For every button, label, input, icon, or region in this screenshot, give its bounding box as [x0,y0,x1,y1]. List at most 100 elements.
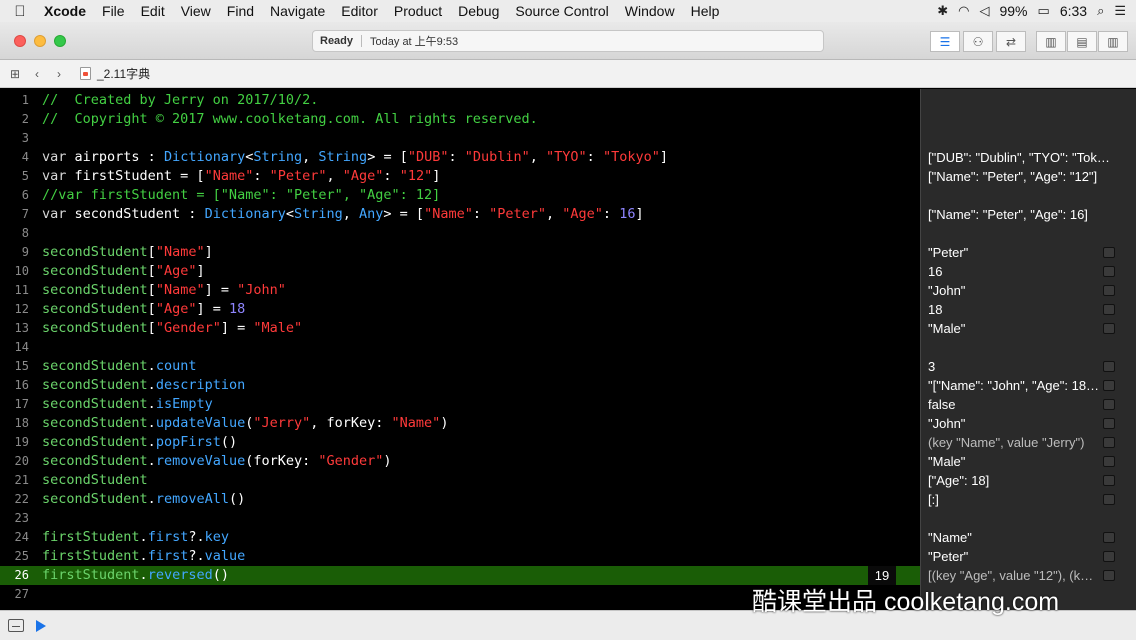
standard-editor-button[interactable]: ☰ [930,31,960,52]
minimize-window-button[interactable] [34,35,46,47]
back-arrow-icon[interactable]: ‹ [26,67,48,81]
arrows-icon: ⇄ [1005,34,1017,49]
hide-debug-area-icon[interactable] [8,619,24,632]
result-row: 16 [921,262,1136,281]
result-value: 3 [928,359,936,374]
line-number: 8 [21,226,29,240]
forward-arrow-icon[interactable]: › [48,67,70,81]
code-line[interactable]: 23 [0,509,920,528]
code-line[interactable]: 8 [0,224,920,243]
jump-bar-file[interactable]: _2.11字典 [70,65,150,82]
wifi-icon[interactable]: ◠ [958,3,969,19]
code-text: firstStudent.first?.value [42,548,246,564]
window-toolbar: Ready Today at 上午9:53 ☰ ⚇ ⇄ ▥ ▤ ▥ [0,22,1136,60]
apple-icon[interactable]:  [0,3,40,20]
quick-look-icon[interactable] [1103,247,1115,258]
code-line[interactable]: 1 // Created by Jerry on 2017/10/2. [0,91,920,110]
quick-look-icon[interactable] [1103,456,1115,467]
code-line[interactable]: 18 secondStudent.updateValue("Jerry", for… [0,414,920,433]
code-line[interactable]: 20 secondStudent.removeValue(forKey: "Gen… [0,452,920,471]
line-number: 24 [14,530,29,544]
result-value: ["Name": "Peter", "Age": 16] [928,207,1088,222]
code-line[interactable]: 25 firstStudent.first?.value [0,547,920,566]
code-text: var firstStudent = ["Name": "Peter", "Ag… [42,168,441,184]
notification-center-icon[interactable]: ☰ [1114,3,1126,19]
menu-app[interactable]: Xcode [40,3,94,19]
line-number: 22 [14,492,29,506]
toggle-navigator-button[interactable]: ▥ [1036,31,1066,52]
assistant-editor-button[interactable]: ⚇ [963,31,993,52]
quick-look-icon[interactable] [1103,418,1115,429]
code-line[interactable]: 12 secondStudent["Age"] = 18 [0,300,920,319]
quick-look-icon[interactable] [1103,304,1115,315]
quick-look-icon[interactable] [1103,532,1115,543]
code-text: secondStudent["Gender"] = "Male" [42,320,303,336]
code-line[interactable]: 24 firstStudent.first?.key [0,528,920,547]
code-line[interactable]: 3 [0,129,920,148]
line-number: 7 [21,207,29,221]
menu-navigate[interactable]: Navigate [262,3,333,19]
line-number: 14 [14,340,29,354]
result-row: "John" [921,414,1136,433]
menu-debug[interactable]: Debug [450,3,507,19]
volume-icon[interactable]: ◁ [979,3,989,19]
toggle-utilities-button[interactable]: ▥ [1098,31,1128,52]
quick-look-icon[interactable] [1103,361,1115,372]
result-value: ["Name": "Peter", "Age": "12"] [928,169,1098,184]
toggle-debug-area-button[interactable]: ▤ [1067,31,1097,52]
status-divider [361,35,363,47]
menu-edit[interactable]: Edit [133,3,173,19]
clock[interactable]: 6:33 [1060,3,1087,19]
quick-look-icon[interactable] [1103,475,1115,486]
code-line[interactable]: 17 secondStudent.isEmpty [0,395,920,414]
code-line[interactable]: 5 var firstStudent = ["Name": "Peter", "A… [0,167,920,186]
menu-editor[interactable]: Editor [333,3,386,19]
menu-help[interactable]: Help [683,3,728,19]
code-text: var secondStudent : Dictionary<String, A… [42,206,644,222]
code-line[interactable]: 21 secondStudent [0,471,920,490]
zoom-window-button[interactable] [54,35,66,47]
menu-file[interactable]: File [94,3,133,19]
battery-icon[interactable]: ▭ [1038,3,1050,19]
menu-product[interactable]: Product [386,3,450,19]
code-line[interactable]: 7 var secondStudent : Dictionary<String, … [0,205,920,224]
quick-look-icon[interactable] [1103,266,1115,277]
menu-source-control[interactable]: Source Control [507,3,616,19]
code-line[interactable]: 4 var airports : Dictionary<String, Strin… [0,148,920,167]
code-editor[interactable]: 1 // Created by Jerry on 2017/10/2. 2 // Co… [0,89,920,610]
quick-look-icon[interactable] [1103,570,1115,581]
code-line[interactable]: 15 secondStudent.count [0,357,920,376]
quick-look-icon[interactable] [1103,380,1115,391]
version-editor-button[interactable]: ⇄ [996,31,1026,52]
quick-look-icon[interactable] [1103,551,1115,562]
code-line[interactable]: 14 [0,338,920,357]
quick-look-icon[interactable] [1103,437,1115,448]
quick-look-icon[interactable] [1103,399,1115,410]
close-window-button[interactable] [14,35,26,47]
bluetooth-icon[interactable]: ✱ [937,3,948,19]
result-value: "Male" [928,454,966,469]
code-line[interactable]: 9 secondStudent["Name"] [0,243,920,262]
result-row: "Male" [921,319,1136,338]
line-number: 18 [14,416,29,430]
code-line[interactable]: 19 secondStudent.popFirst() [0,433,920,452]
code-line[interactable]: 2 // Copyright © 2017 www.coolketang.com.… [0,110,920,129]
code-line[interactable]: 6 //var firstStudent = ["Name": "Peter", … [0,186,920,205]
code-line[interactable]: 16 secondStudent.description [0,376,920,395]
menu-window[interactable]: Window [617,3,683,19]
related-items-icon[interactable]: ⊞ [4,67,26,81]
spotlight-search-icon[interactable]: ⌕ [1097,3,1104,19]
result-row: "Male" [921,452,1136,471]
code-line[interactable]: 11 secondStudent["Name"] = "John" [0,281,920,300]
quick-look-icon[interactable] [1103,494,1115,505]
line-number: 15 [14,359,29,373]
quick-look-icon[interactable] [1103,323,1115,334]
run-playground-icon[interactable] [36,619,46,632]
menu-find[interactable]: Find [219,3,262,19]
code-line[interactable]: 13 secondStudent["Gender"] = "Male" [0,319,920,338]
menu-view[interactable]: View [173,3,219,19]
code-line[interactable]: 22 secondStudent.removeAll() [0,490,920,509]
result-value: "Peter" [928,245,969,260]
code-line[interactable]: 10 secondStudent["Age"] [0,262,920,281]
quick-look-icon[interactable] [1103,285,1115,296]
